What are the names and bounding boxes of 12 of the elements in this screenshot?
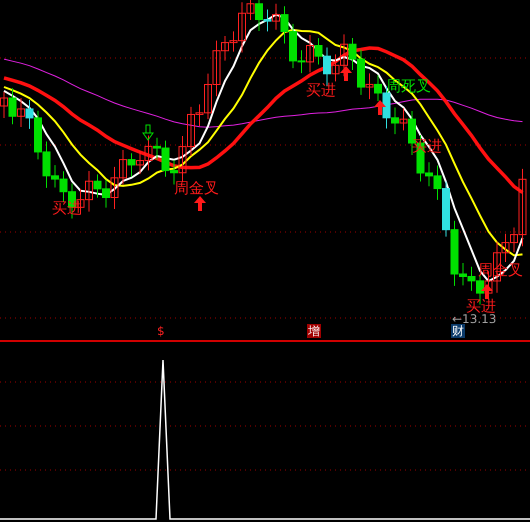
up-arrow-icon: [481, 284, 493, 299]
signal-label: 买进: [306, 82, 336, 98]
event-marker: $: [156, 324, 166, 338]
low-price-label: ←13.13: [452, 312, 496, 326]
up-arrow-icon: [340, 66, 352, 81]
up-arrow-icon: [374, 100, 386, 115]
event-marker: 财: [451, 324, 465, 338]
signal-label: 买进: [466, 298, 496, 314]
up-arrow-icon: [194, 196, 206, 211]
down-arrow-icon: [142, 124, 154, 141]
signal-label: 周金叉: [174, 180, 219, 196]
event-marker: 增: [307, 324, 321, 338]
